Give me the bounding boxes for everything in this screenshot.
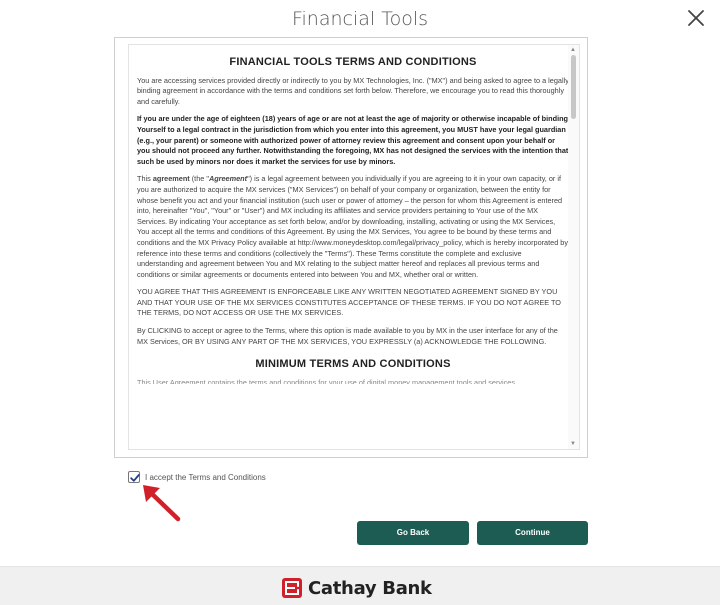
terms-heading: FINANCIAL TOOLS TERMS AND CONDITIONS (229, 56, 477, 68)
red-arrow-icon (143, 485, 181, 522)
terms-paragraph-clicking: By CLICKING to accept or agree to the Te… (137, 326, 558, 346)
continue-button[interactable]: Continue (477, 521, 588, 545)
terms-scroll-area[interactable]: FINANCIAL TOOLS TERMS AND CONDITIONS You… (128, 44, 580, 450)
agreement-em: Agreement (208, 174, 248, 184)
terms-paragraph-enforceable: YOU AGREE THAT THIS AGREEMENT IS ENFORCE… (137, 287, 561, 318)
terms-cut-line: This User Agreement contains the terms a… (137, 377, 516, 384)
terms-paragraph-intro: You are accessing services provided dire… (137, 75, 569, 106)
accept-terms-label[interactable]: I accept the Terms and Conditions (145, 473, 266, 482)
brand-name: Cathay Bank (308, 577, 432, 599)
agreement-mid: (the " (189, 174, 209, 184)
agreement-post: ") is a legal agreement between you indi… (137, 174, 568, 279)
agreement-pre: This (137, 174, 153, 184)
footer: Cathay Bank (0, 566, 720, 605)
cathay-logo-icon (282, 578, 302, 598)
accept-terms-checkbox[interactable] (128, 471, 140, 483)
scroll-up-icon[interactable]: ▲ (570, 47, 576, 53)
terms-content: FINANCIAL TOOLS TERMS AND CONDITIONS You… (137, 55, 569, 384)
modal-header: Financial Tools (0, 0, 720, 40)
terms-paragraph-minors: If you are under the age of eighteen (18… (137, 114, 569, 166)
scroll-down-icon[interactable]: ▼ (570, 441, 576, 447)
close-icon[interactable] (682, 4, 710, 32)
agreement-strong: agreement (152, 174, 190, 184)
terms-paragraph-agreement: This agreement (the "Agreement") is a le… (137, 174, 569, 280)
page-title: Financial Tools (291, 8, 429, 30)
scrollbar-thumb[interactable] (571, 55, 576, 119)
terms-scrollbar[interactable]: ▲ ▼ (568, 45, 579, 449)
cathay-bank-logo: Cathay Bank (282, 577, 432, 599)
go-back-button[interactable]: Go Back (357, 521, 469, 545)
terms-subheading: MINIMUM TERMS AND CONDITIONS (255, 358, 451, 371)
